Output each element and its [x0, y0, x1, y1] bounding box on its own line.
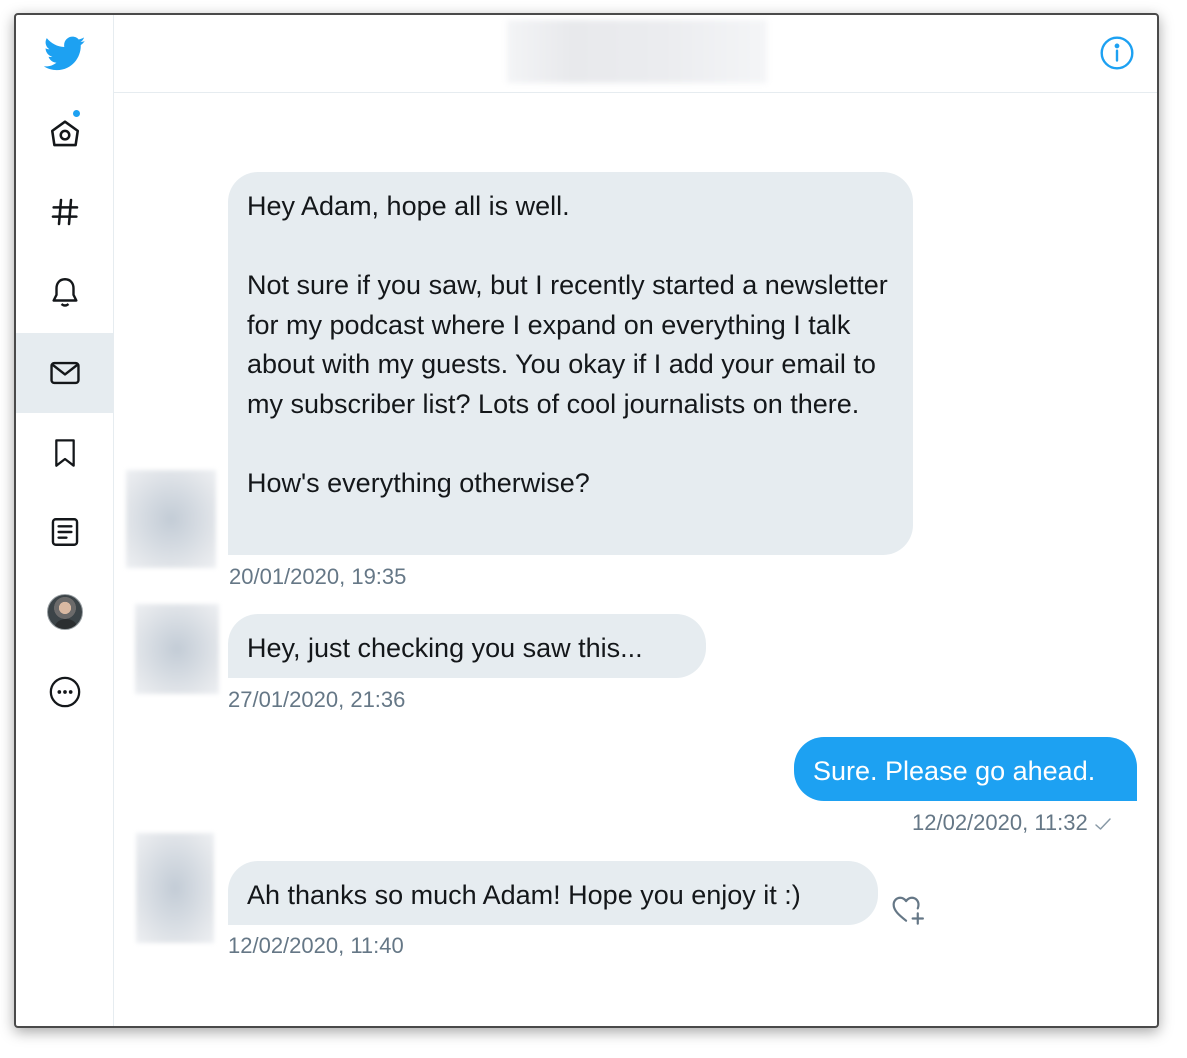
- nav-more[interactable]: [16, 652, 114, 732]
- sender-avatar: [136, 833, 214, 943]
- twitter-logo[interactable]: [16, 15, 114, 94]
- message-timestamp: 12/02/2020, 11:32: [912, 810, 1112, 836]
- twitter-logo-icon: [44, 36, 86, 71]
- lists-icon: [51, 518, 79, 546]
- conversation-header: [114, 15, 1157, 93]
- message-bubble-outgoing[interactable]: Sure. Please go ahead.: [794, 737, 1137, 801]
- nav-profile[interactable]: [16, 572, 114, 652]
- nav-explore[interactable]: [16, 172, 114, 252]
- nav-bookmarks[interactable]: [16, 413, 114, 493]
- dm-window: Hey Adam, hope all is well. Not sure if …: [14, 13, 1159, 1028]
- message-timestamp-text: 12/02/2020, 11:32: [912, 810, 1088, 835]
- sidebar-nav: [16, 15, 114, 1026]
- redacted-contact-name: [507, 20, 767, 83]
- message-bubble[interactable]: Hey Adam, hope all is well. Not sure if …: [228, 172, 913, 555]
- sender-avatar: [126, 470, 216, 568]
- home-icon: [50, 120, 80, 147]
- mail-icon: [50, 361, 80, 385]
- sender-avatar: [135, 604, 219, 694]
- message-bubble[interactable]: Hey, just checking you saw this...: [228, 614, 706, 678]
- message-bubble[interactable]: Ah thanks so much Adam! Hope you enjoy i…: [228, 861, 878, 925]
- nav-home[interactable]: [16, 93, 114, 173]
- sent-check-icon: [1095, 818, 1111, 830]
- notification-dot: [72, 109, 81, 118]
- profile-avatar: [47, 594, 83, 630]
- bell-icon: [52, 278, 78, 307]
- conversation-info-button[interactable]: [1099, 35, 1135, 71]
- message-timestamp: 27/01/2020, 21:36: [228, 687, 406, 712]
- more-icon: [49, 676, 81, 708]
- message-timestamp: 20/01/2020, 19:35: [229, 564, 407, 589]
- nav-messages[interactable]: [16, 333, 114, 413]
- nav-lists[interactable]: [16, 492, 114, 572]
- bookmark-icon: [55, 439, 75, 467]
- info-icon: [1100, 36, 1134, 70]
- message-timestamp: 12/02/2020, 11:40: [228, 933, 404, 958]
- heart-plus-icon: [892, 896, 924, 925]
- hashtag-icon: [51, 198, 79, 226]
- add-reaction-button[interactable]: [890, 891, 928, 927]
- nav-notifications[interactable]: [16, 252, 114, 332]
